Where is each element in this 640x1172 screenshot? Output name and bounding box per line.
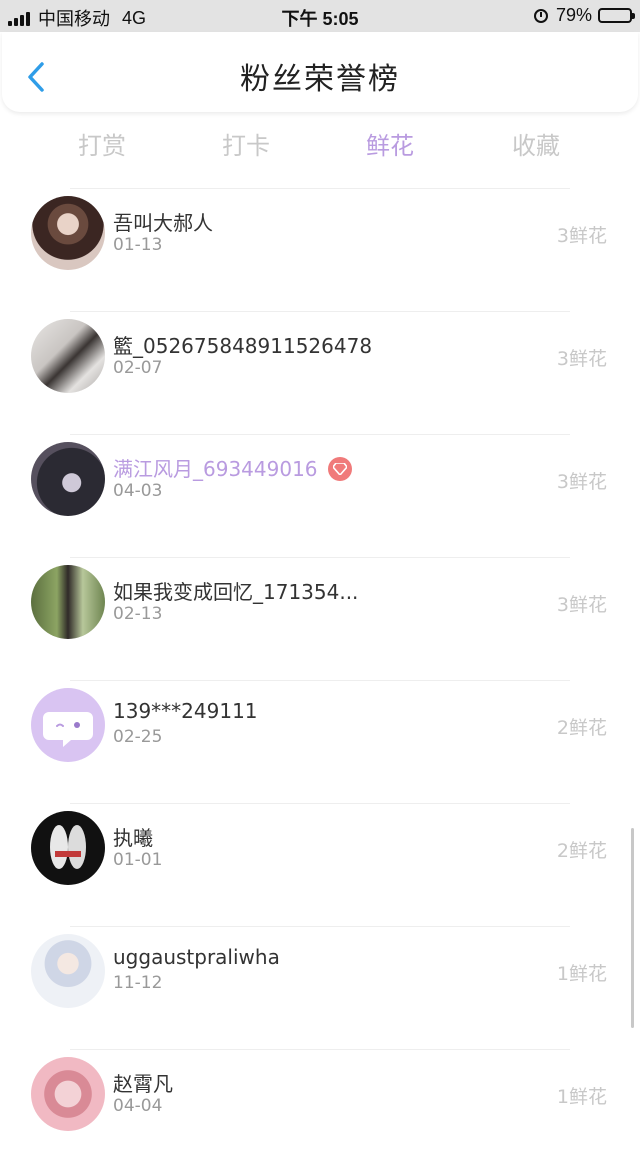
- avatar[interactable]: [31, 688, 105, 762]
- fan-date: 02-13: [113, 604, 163, 624]
- flower-count: 3鲜花: [556, 225, 607, 247]
- scrollbar[interactable]: [631, 828, 634, 1028]
- list-item[interactable]: 如果我变成回忆_171354... 02-13 3鲜花: [0, 557, 640, 680]
- default-avatar-chat-icon: [43, 712, 93, 747]
- fan-date: 02-07: [113, 358, 163, 378]
- fan-date: 04-03: [113, 481, 163, 501]
- flower-count: 2鲜花: [556, 717, 607, 739]
- fan-name: uggaustpraliwha: [113, 945, 280, 969]
- page-title: 粉丝荣誉榜: [240, 62, 400, 97]
- fan-list: 吾叫大郝人 01-13 3鲜花 籃_052675848911526478 02-…: [0, 188, 640, 1172]
- avatar[interactable]: [31, 1057, 105, 1131]
- fan-date: 04-04: [113, 1096, 163, 1116]
- divider: [70, 188, 570, 189]
- battery-percent: 79%: [555, 5, 592, 25]
- divider: [70, 557, 570, 558]
- list-item[interactable]: 执曦 01-01 2鲜花: [0, 803, 640, 926]
- status-right: 79%: [533, 5, 635, 26]
- divider: [70, 434, 570, 435]
- flower-count: 3鲜花: [556, 348, 607, 370]
- flower-count: 3鲜花: [556, 471, 607, 493]
- fan-name-text: 满江风月_693449016: [113, 457, 318, 481]
- list-item[interactable]: uggaustpraliwha 11-12 1鲜花: [0, 926, 640, 1049]
- status-bar: 中国移动 4G 下午 5:05 79%: [0, 0, 640, 32]
- tab-favorites[interactable]: 收藏: [476, 126, 596, 161]
- battery-icon: [598, 8, 635, 23]
- list-item[interactable]: 满江风月_693449016 04-03 3鲜花: [0, 434, 640, 557]
- tab-bar: 打赏 打卡 鲜花 收藏: [0, 118, 640, 170]
- fan-name: 如果我变成回忆_171354...: [113, 580, 359, 604]
- fan-name: 吾叫大郝人: [113, 211, 213, 235]
- divider: [70, 1049, 570, 1050]
- fan-name: 籃_052675848911526478: [113, 334, 373, 358]
- list-item[interactable]: 籃_052675848911526478 02-07 3鲜花: [0, 311, 640, 434]
- fan-date: 01-13: [113, 235, 163, 255]
- fan-date: 02-25: [113, 727, 163, 747]
- fan-date: 11-12: [113, 973, 163, 993]
- tab-reward[interactable]: 打赏: [42, 126, 162, 161]
- avatar[interactable]: [31, 442, 105, 516]
- flower-count: 1鲜花: [556, 1086, 607, 1108]
- list-item[interactable]: 139***249111 02-25 2鲜花: [0, 680, 640, 803]
- fan-name: 139***249111: [113, 699, 258, 723]
- nav-header: 粉丝荣誉榜: [2, 32, 638, 112]
- avatar[interactable]: [31, 319, 105, 393]
- divider: [70, 803, 570, 804]
- fan-name: 满江风月_693449016: [113, 453, 352, 483]
- fan-name: 赵霄凡: [113, 1072, 173, 1096]
- fan-name: 执曦: [113, 826, 153, 850]
- avatar[interactable]: [31, 196, 105, 270]
- flower-count: 2鲜花: [556, 840, 607, 862]
- list-item[interactable]: 赵霄凡 04-04 1鲜花: [0, 1049, 640, 1172]
- list-item[interactable]: 吾叫大郝人 01-13 3鲜花: [0, 188, 640, 311]
- divider: [70, 311, 570, 312]
- tab-checkin[interactable]: 打卡: [186, 126, 306, 161]
- divider: [70, 680, 570, 681]
- vip-diamond-icon: [327, 456, 352, 481]
- tab-flowers[interactable]: 鲜花: [330, 126, 450, 161]
- flower-count: 1鲜花: [556, 963, 607, 985]
- flower-count: 3鲜花: [556, 594, 607, 616]
- alarm-icon: [533, 8, 548, 23]
- avatar[interactable]: [31, 565, 105, 639]
- divider: [70, 926, 570, 927]
- avatar[interactable]: [31, 811, 105, 885]
- avatar[interactable]: [31, 934, 105, 1008]
- fan-date: 01-01: [113, 850, 163, 870]
